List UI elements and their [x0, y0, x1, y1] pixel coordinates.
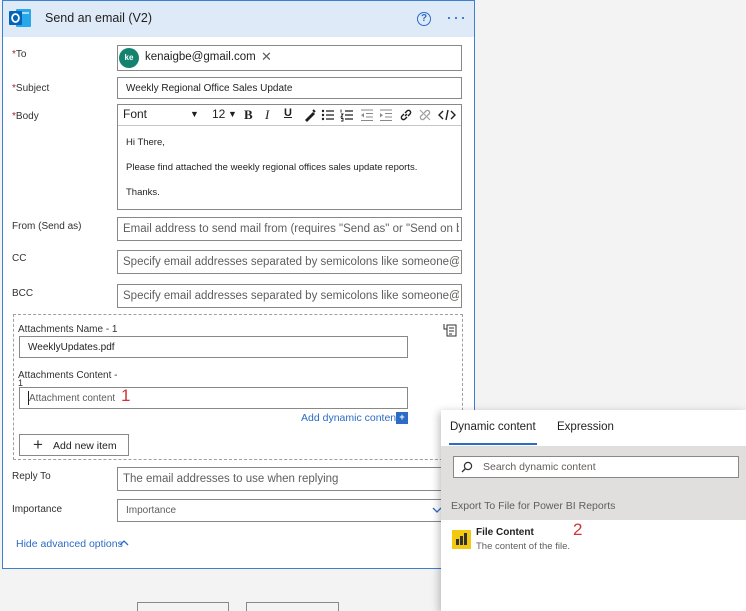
attachment-name-label: Attachments Name - 1: [18, 324, 118, 335]
cc-label: CC: [12, 253, 27, 264]
avatar: ke: [119, 48, 139, 68]
search-dynamic-content-input[interactable]: Search dynamic content: [453, 456, 739, 478]
plus-icon: +: [33, 435, 43, 454]
outlook-icon: [8, 7, 32, 29]
increase-indent-icon[interactable]: [379, 108, 393, 122]
subject-label: *Subject: [12, 83, 50, 94]
attachment-content-field[interactable]: Attachment content: [19, 387, 408, 409]
dynamic-content-panel: Dynamic content Expression Search dynami…: [441, 410, 746, 611]
rich-text-toolbar: Font ▼ 12 ▼ B I U: [118, 105, 461, 126]
code-view-icon[interactable]: [438, 108, 456, 122]
underline-button[interactable]: U: [284, 107, 292, 119]
importance-placeholder: Importance: [126, 505, 177, 516]
chevron-up-icon[interactable]: [119, 539, 129, 546]
attachment-name-value: WeeklyUpdates.pdf: [28, 342, 115, 353]
tab-dynamic-content[interactable]: Dynamic content: [450, 421, 536, 433]
italic-button[interactable]: I: [265, 107, 269, 123]
add-new-item-button[interactable]: + Add new item: [19, 434, 129, 456]
font-dropdown-icon[interactable]: ▼: [190, 109, 199, 119]
search-placeholder: Search dynamic content: [483, 461, 596, 473]
body-label: *Body: [12, 111, 39, 122]
attachment-content-placeholder: Attachment content: [29, 393, 116, 404]
power-bi-icon: [452, 530, 471, 549]
font-size-select[interactable]: 12: [212, 107, 225, 121]
add-dynamic-content-icon[interactable]: +: [396, 412, 408, 424]
bcc-placeholder: Specify email addresses separated by sem…: [123, 290, 459, 302]
background-button[interactable]: [246, 602, 339, 611]
add-dynamic-content-link[interactable]: Add dynamic content: [301, 412, 399, 424]
recipient-email: kenaigbe@gmail.com: [145, 51, 256, 63]
reply-to-field[interactable]: The email addresses to use when replying: [117, 467, 462, 491]
importance-label: Importance: [12, 504, 63, 515]
active-tab-indicator: [449, 443, 537, 445]
annotation-marker-2: 2: [573, 520, 583, 539]
body-line: Please find attached the weekly regional…: [126, 162, 418, 173]
decrease-indent-icon[interactable]: [360, 108, 374, 122]
from-label: From (Send as): [12, 221, 82, 232]
card-title: Send an email (V2): [45, 11, 153, 25]
importance-select[interactable]: Importance: [117, 499, 462, 522]
bold-button[interactable]: B: [244, 107, 253, 123]
subject-value: Weekly Regional Office Sales Update: [126, 83, 293, 94]
hide-advanced-options-link[interactable]: Hide advanced options: [16, 538, 123, 550]
bcc-field[interactable]: Specify email addresses separated by sem…: [117, 284, 462, 308]
pen-icon[interactable]: [303, 108, 317, 122]
attachment-name-field[interactable]: WeeklyUpdates.pdf: [19, 336, 408, 358]
body-content[interactable]: Hi There, Please find attached the weekl…: [126, 130, 456, 206]
reply-to-label: Reply To: [12, 471, 51, 482]
more-options-icon[interactable]: ···: [446, 8, 467, 26]
numbered-list-icon[interactable]: [340, 108, 354, 122]
dynamic-content-item[interactable]: File Content The content of the file.: [441, 522, 746, 556]
item-title: File Content: [476, 527, 534, 538]
to-label: *To: [12, 49, 27, 60]
attachment-content-label: Attachments Content -: [18, 370, 118, 381]
annotation-marker-1: 1: [121, 386, 131, 405]
link-icon[interactable]: [399, 108, 413, 122]
bullet-list-icon[interactable]: [321, 108, 335, 122]
unlink-icon[interactable]: [418, 108, 432, 122]
font-select[interactable]: Font: [123, 107, 147, 121]
tab-expression[interactable]: Expression: [557, 421, 614, 433]
panel-pointer: [427, 411, 442, 437]
font-size-dropdown-icon[interactable]: ▼: [228, 109, 237, 119]
add-new-item-label: Add new item: [53, 440, 117, 452]
bcc-label: BCC: [12, 288, 34, 299]
panel-tabs: Dynamic content Expression: [441, 410, 746, 446]
switch-to-text-mode-icon[interactable]: [443, 323, 457, 337]
body-line: Hi There,: [126, 137, 165, 148]
search-icon: [461, 461, 473, 473]
section-header: Export To File for Power BI Reports: [451, 500, 616, 512]
help-icon[interactable]: ?: [417, 12, 431, 26]
background-button[interactable]: [137, 602, 229, 611]
cc-field[interactable]: Specify email addresses separated by sem…: [117, 250, 462, 274]
recipient-chip: ke kenaigbe@gmail.com ✕: [119, 48, 277, 68]
from-field[interactable]: Email address to send mail from (require…: [117, 217, 462, 241]
reply-to-placeholder: The email addresses to use when replying: [123, 473, 339, 485]
subject-field[interactable]: Weekly Regional Office Sales Update: [117, 77, 462, 99]
from-placeholder: Email address to send mail from (require…: [123, 223, 459, 235]
cc-placeholder: Specify email addresses separated by sem…: [123, 256, 459, 268]
remove-recipient-icon[interactable]: ✕: [261, 49, 272, 65]
item-description: The content of the file.: [476, 541, 571, 552]
body-line: Thanks.: [126, 187, 160, 198]
